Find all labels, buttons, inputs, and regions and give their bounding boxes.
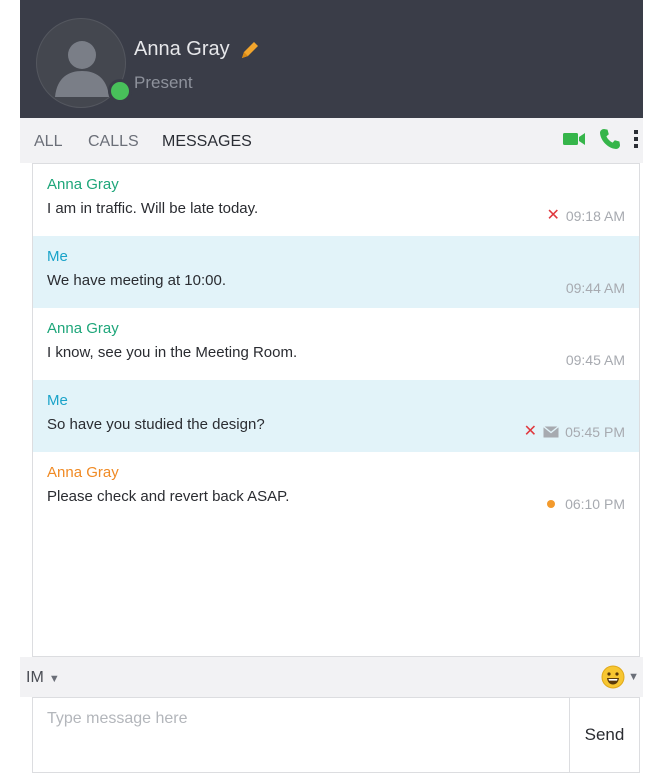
message-time: 09:44 AM	[565, 280, 625, 296]
message-mode-label: IM	[26, 669, 44, 686]
chat-window: Anna Gray Present ALL CALLS MESSAGES Ann…	[20, 0, 643, 779]
tab-messages[interactable]: MESSAGES	[162, 133, 252, 151]
message-item[interactable]: Me We have meeting at 10:00. 09:44 AM	[33, 236, 639, 308]
send-button[interactable]: Send	[569, 698, 639, 772]
envelope-icon	[543, 426, 559, 438]
message-time: 09:18 AM	[565, 208, 625, 224]
tab-bar: ALL CALLS MESSAGES	[20, 118, 643, 163]
message-text: Please check and revert back ASAP.	[47, 488, 290, 505]
contact-actions	[551, 128, 639, 155]
contact-status: Present	[134, 73, 193, 92]
message-item[interactable]: Anna Gray I am in traffic. Will be late …	[33, 164, 639, 236]
unread-dot-icon	[547, 500, 556, 508]
more-vertical-icon[interactable]	[633, 129, 639, 154]
message-time: 06:10 PM	[565, 496, 625, 512]
message-time: 05:45 PM	[565, 424, 625, 440]
tab-all[interactable]: ALL	[34, 133, 62, 151]
video-camera-icon[interactable]	[563, 131, 587, 152]
compose-box: Send	[32, 697, 640, 773]
message-list[interactable]: Anna Gray I am in traffic. Will be late …	[32, 163, 640, 657]
message-mode-dropdown[interactable]: IM ▼	[26, 669, 60, 687]
message-sender: Anna Gray	[47, 176, 119, 193]
smiley-icon	[601, 665, 625, 689]
contact-name: Anna Gray	[134, 38, 230, 60]
message-text: I know, see you in the Meeting Room.	[47, 344, 298, 361]
message-meta: ✕ 09:18 AM	[546, 207, 625, 225]
message-text: So have you studied the design?	[47, 416, 265, 433]
message-meta: 06:10 PM	[547, 496, 625, 512]
pencil-icon[interactable]	[240, 40, 260, 65]
message-meta: 09:45 AM	[566, 352, 625, 368]
message-sender: Me	[47, 392, 68, 409]
message-meta: ✕ 05:45 PM	[523, 423, 625, 441]
message-text: We have meeting at 10:00.	[47, 272, 227, 289]
message-item[interactable]: Me So have you studied the design? ✕ 05:…	[33, 380, 639, 452]
presence-indicator	[108, 79, 132, 103]
message-sender: Me	[47, 248, 68, 265]
tab-calls[interactable]: CALLS	[88, 133, 139, 151]
message-text: I am in traffic. Will be late today.	[47, 200, 259, 217]
caret-down-icon: ▼	[628, 671, 639, 683]
contact-header: Anna Gray Present	[20, 0, 643, 118]
caret-down-icon: ▼	[45, 673, 60, 685]
message-input[interactable]	[33, 698, 569, 772]
message-sender: Anna Gray	[47, 320, 119, 337]
message-item[interactable]: Anna Gray Please check and revert back A…	[33, 452, 639, 524]
failed-icon: ✕	[546, 207, 560, 224]
message-meta: 09:44 AM	[566, 280, 625, 296]
message-sender: Anna Gray	[47, 464, 119, 481]
emoji-picker-button[interactable]: ▼	[601, 665, 639, 689]
message-time: 09:45 AM	[565, 352, 625, 368]
phone-icon[interactable]	[599, 128, 621, 155]
failed-icon: ✕	[523, 423, 538, 440]
composer-toolbar: IM ▼ ▼	[20, 657, 643, 697]
message-item[interactable]: Anna Gray I know, see you in the Meeting…	[33, 308, 639, 380]
